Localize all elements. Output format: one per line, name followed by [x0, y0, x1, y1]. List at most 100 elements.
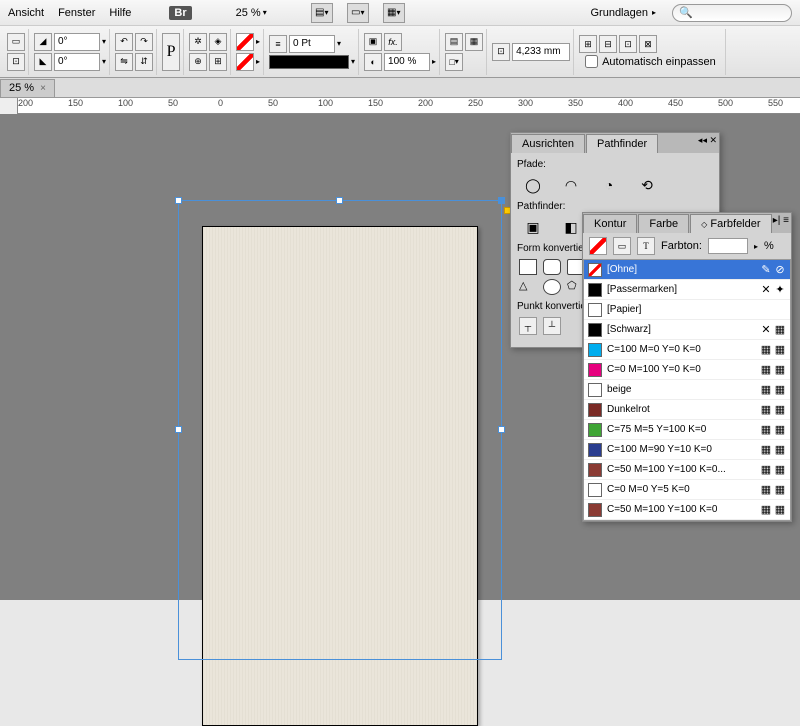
- screen-mode-icon[interactable]: ▭▾: [347, 3, 369, 23]
- constrain-icon[interactable]: ⊡: [7, 53, 25, 71]
- stroke-weight-icon: ≡: [269, 35, 287, 53]
- formatting-text-icon[interactable]: T: [637, 237, 655, 255]
- align-icon-3[interactable]: ⊕: [189, 53, 207, 71]
- object-icon[interactable]: ▭: [7, 33, 25, 51]
- selection-handle[interactable]: [175, 197, 182, 204]
- tab-farbe[interactable]: Farbe: [638, 214, 689, 233]
- selection-handle[interactable]: [175, 426, 182, 433]
- stroke-style-dropdown[interactable]: [269, 55, 349, 69]
- fit-prop-icon[interactable]: ⊠: [639, 35, 657, 53]
- fill-proxy-icon[interactable]: [589, 237, 607, 255]
- shape-ellipse-icon[interactable]: [543, 279, 561, 295]
- rotate-cw-icon[interactable]: ↷: [135, 33, 153, 51]
- close-icon[interactable]: ×: [40, 83, 46, 94]
- pathfinder-add-icon[interactable]: ▣: [521, 217, 545, 237]
- opacity-input[interactable]: [384, 53, 430, 71]
- paragraph-style-icon[interactable]: P: [162, 33, 180, 71]
- swatch-mode-icon: ⊘: [774, 264, 786, 276]
- align-icon-2[interactable]: ◈: [209, 33, 227, 51]
- swatch-mode-icon: ▦: [774, 344, 786, 356]
- join-path-icon[interactable]: ◯: [521, 175, 545, 195]
- frame-width-input[interactable]: [512, 43, 570, 61]
- swatch-row[interactable]: [Papier]: [584, 300, 790, 320]
- text-wrap-icon-2[interactable]: ▦: [465, 33, 483, 51]
- swatch-row[interactable]: C=0 M=100 Y=0 K=0▦▦: [584, 360, 790, 380]
- shape-roundrect-icon[interactable]: [543, 259, 561, 275]
- swatch-mode-icon: ▦: [774, 484, 786, 496]
- panel-collapse-icon[interactable]: ◂◂ ✕: [698, 135, 717, 146]
- swatch-row[interactable]: [Passermarken]✕✦: [584, 280, 790, 300]
- selection-frame[interactable]: [178, 200, 502, 660]
- flip-v-icon[interactable]: ⇵: [135, 53, 153, 71]
- rotation-input-1[interactable]: [54, 33, 100, 51]
- workspace-switcher[interactable]: Grundlagen ▸: [582, 5, 664, 21]
- tab-farbfelder[interactable]: ◇ Farbfelder: [690, 214, 771, 233]
- flip-h-icon[interactable]: ⇋: [115, 53, 133, 71]
- frame-fit-icon[interactable]: ⊡: [492, 43, 510, 61]
- center-content-icon[interactable]: ⊡: [619, 35, 637, 53]
- swatch-color-icon: [588, 463, 602, 477]
- stroke-weight-input[interactable]: [289, 35, 335, 53]
- reverse-path-icon[interactable]: ⟲: [635, 175, 659, 195]
- pathfinder-subtract-icon[interactable]: ◧: [559, 217, 583, 237]
- shape-rect-icon[interactable]: [519, 259, 537, 275]
- align-icon-1[interactable]: ✲: [189, 33, 207, 51]
- document-tab[interactable]: 25 %×: [0, 79, 55, 97]
- swatch-row[interactable]: beige▦▦: [584, 380, 790, 400]
- tab-pathfinder[interactable]: Pathfinder: [586, 134, 658, 153]
- rotation-input-2[interactable]: [54, 53, 100, 71]
- panel-flyout-icon[interactable]: ▸| ≡: [773, 215, 789, 226]
- fill-swatch[interactable]: [236, 33, 254, 51]
- close-path-icon[interactable]: ◔: [597, 175, 621, 195]
- swatch-mode-icon: ▦: [774, 464, 786, 476]
- corner-options-icon[interactable]: □▾: [445, 53, 463, 71]
- swatch-row[interactable]: [Schwarz]✕▦: [584, 320, 790, 340]
- zoom-level-menu[interactable]: 25 % ▾: [230, 5, 273, 21]
- arrange-docs-icon[interactable]: ▦▾: [383, 3, 405, 23]
- tint-label: Farbton:: [661, 240, 702, 252]
- align-icon-4[interactable]: ⊞: [209, 53, 227, 71]
- stroke-swatch[interactable]: [236, 53, 254, 71]
- view-options-icon[interactable]: ▤▾: [311, 3, 333, 23]
- auto-fit-checkbox[interactable]: [585, 55, 598, 68]
- fx-icon[interactable]: fx.: [384, 33, 402, 51]
- bridge-badge[interactable]: Br: [169, 6, 191, 20]
- point-plain-icon[interactable]: ┬: [519, 317, 537, 335]
- swatch-list: [Ohne]✎⊘[Passermarken]✕✦[Papier][Schwarz…: [583, 259, 791, 521]
- text-wrap-icon-1[interactable]: ▤: [445, 33, 463, 51]
- effects-icon[interactable]: ▣: [364, 33, 382, 51]
- swatch-row[interactable]: C=50 M=100 Y=100 K=0▦▦: [584, 500, 790, 520]
- tint-pct-label: %: [764, 240, 774, 252]
- swatch-row[interactable]: C=0 M=0 Y=5 K=0▦▦: [584, 480, 790, 500]
- swatch-row[interactable]: C=50 M=100 Y=100 K=0...▦▦: [584, 460, 790, 480]
- swatch-row[interactable]: C=75 M=5 Y=100 K=0▦▦: [584, 420, 790, 440]
- tab-kontur[interactable]: Kontur: [583, 214, 637, 233]
- swatch-color-icon: [588, 263, 602, 277]
- open-path-icon[interactable]: ◠: [559, 175, 583, 195]
- tint-input[interactable]: [708, 238, 748, 254]
- swatch-label: beige: [607, 384, 755, 395]
- swatch-row[interactable]: C=100 M=0 Y=0 K=0▦▦: [584, 340, 790, 360]
- swatch-color-icon: [588, 343, 602, 357]
- selection-handle[interactable]: [498, 197, 505, 204]
- canvas-area[interactable]: ◂◂ ✕ Ausrichten Pathfinder Pfade: ◯ ◠ ◔ …: [0, 114, 800, 600]
- menu-fenster[interactable]: Fenster: [58, 7, 95, 19]
- selection-handle[interactable]: [336, 197, 343, 204]
- fit-content-icon[interactable]: ⊞: [579, 35, 597, 53]
- swatch-row[interactable]: [Ohne]✎⊘: [584, 260, 790, 280]
- swatch-color-icon: [588, 383, 602, 397]
- search-input[interactable]: 🔍: [672, 4, 792, 22]
- ruler-origin-icon[interactable]: [0, 98, 18, 114]
- rotate-ccw-icon[interactable]: ↶: [115, 33, 133, 51]
- swatch-row[interactable]: C=100 M=90 Y=10 K=0▦▦: [584, 440, 790, 460]
- fit-frame-icon[interactable]: ⊟: [599, 35, 617, 53]
- menu-ansicht[interactable]: Ansicht: [8, 7, 44, 19]
- menu-hilfe[interactable]: Hilfe: [109, 7, 131, 19]
- selection-handle[interactable]: [498, 426, 505, 433]
- swatch-row[interactable]: Dunkelrot▦▦: [584, 400, 790, 420]
- formatting-container-icon[interactable]: ▭: [613, 237, 631, 255]
- swatch-type-icon: ▦: [760, 384, 772, 396]
- tab-ausrichten[interactable]: Ausrichten: [511, 134, 585, 153]
- point-corner-icon[interactable]: ┴: [543, 317, 561, 335]
- swatch-label: [Passermarken]: [607, 284, 755, 295]
